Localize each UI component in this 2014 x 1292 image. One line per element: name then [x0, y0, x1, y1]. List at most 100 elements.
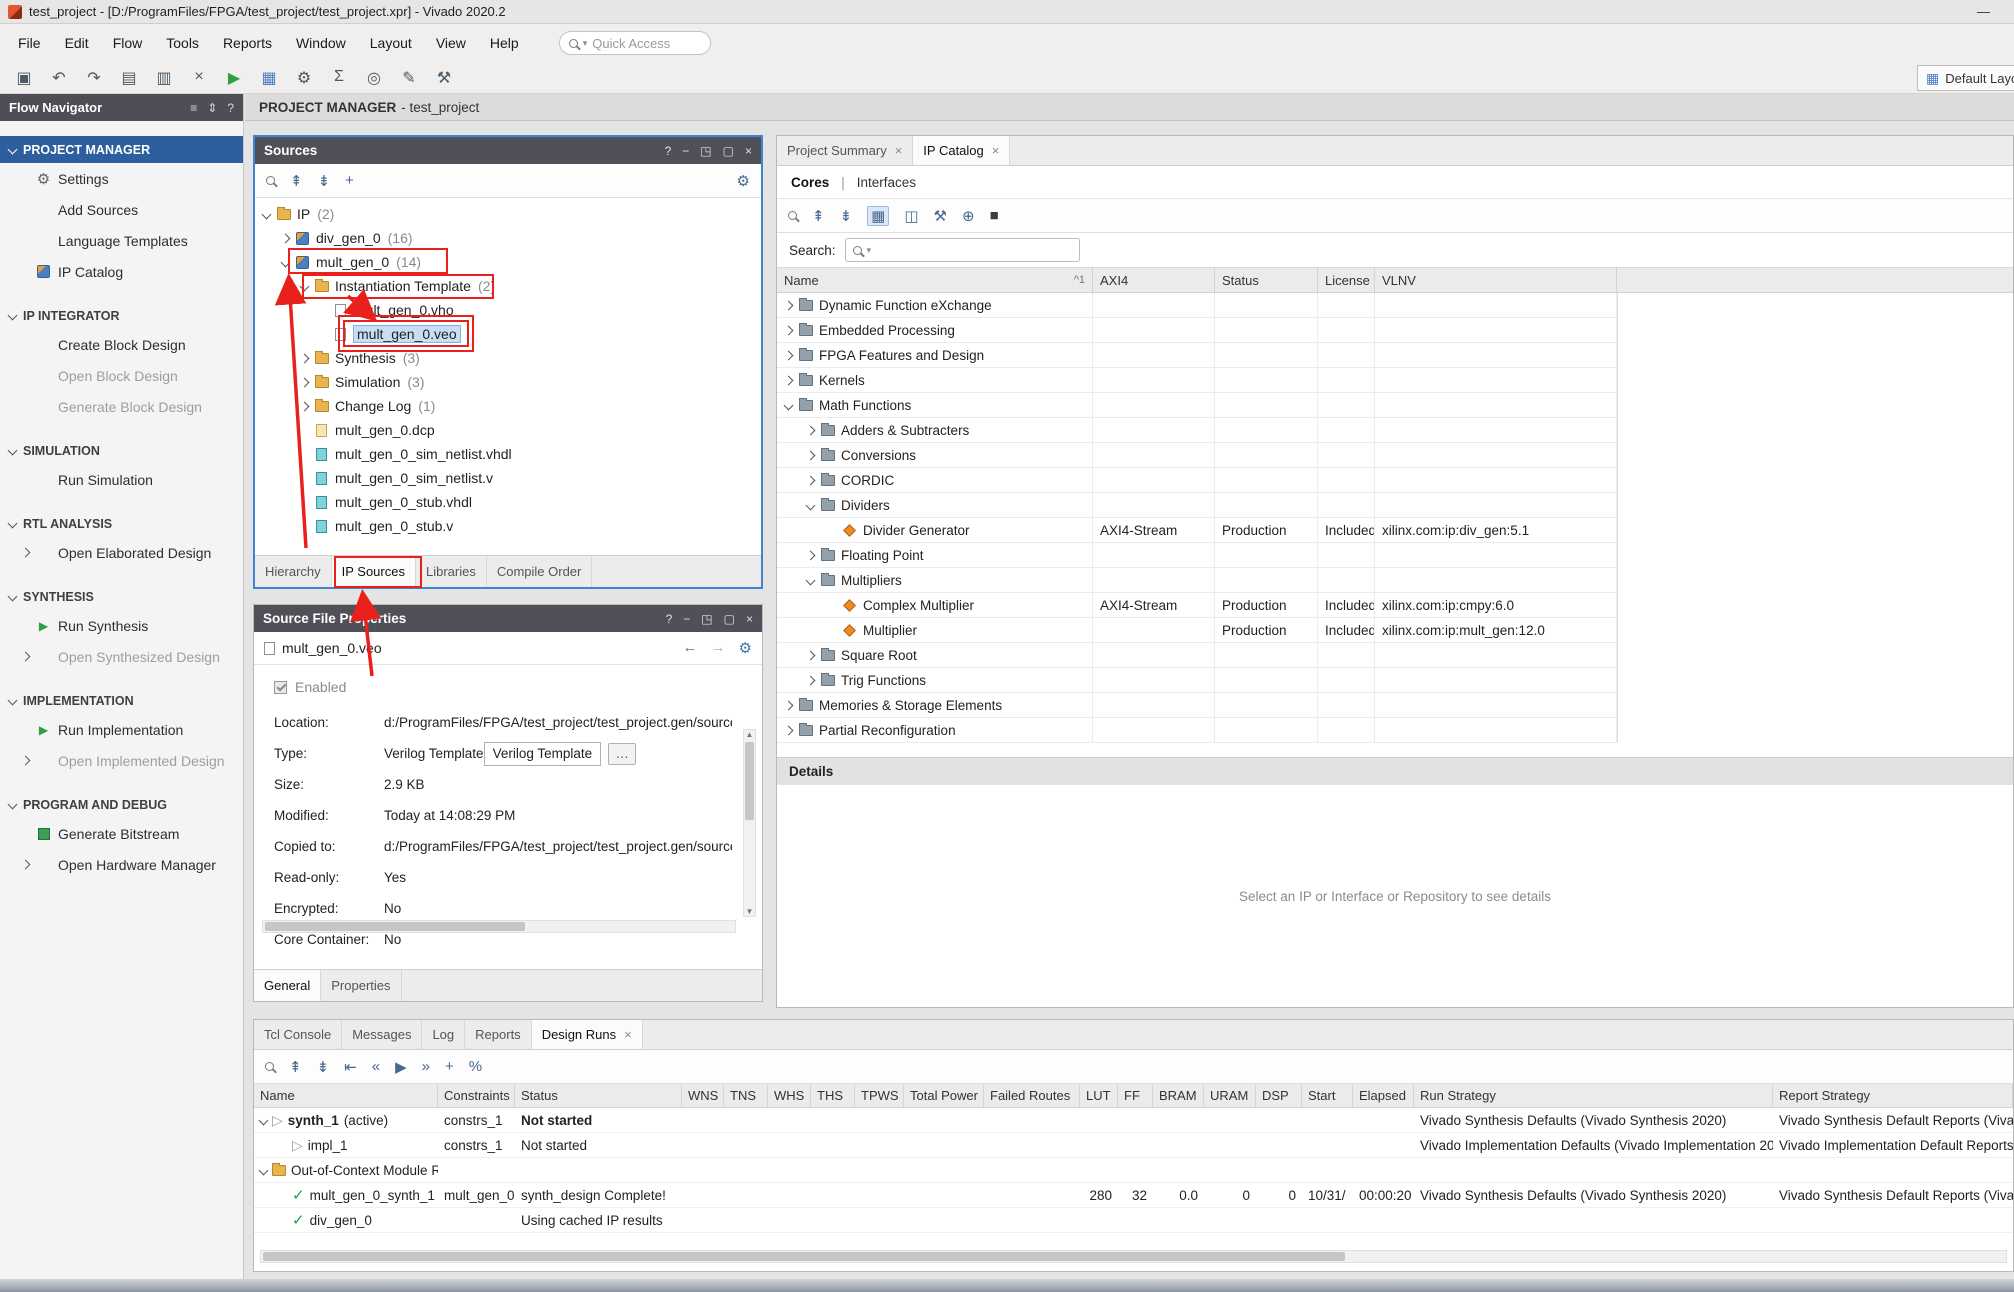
column-header[interactable]: Status [515, 1084, 682, 1107]
column-header[interactable]: Run Strategy [1414, 1084, 1773, 1107]
document-tab[interactable]: IP Catalog × [913, 136, 1010, 165]
tree-row[interactable]: Simulation (3) [255, 370, 761, 394]
ip-catalog-row[interactable]: Dynamic Function eXchange [777, 293, 1617, 318]
scrollbar-thumb[interactable] [745, 742, 754, 820]
menu-item[interactable]: View [424, 29, 478, 57]
sources-toolbar-icon[interactable]: ⇟ [318, 172, 331, 190]
properties-tab[interactable]: Properties [321, 970, 401, 1001]
panel-control-icon[interactable]: − [683, 612, 690, 626]
toolbar-icon[interactable]: ↷ [82, 68, 106, 88]
tree-row[interactable]: Change Log (1) [255, 394, 761, 418]
expander-icon[interactable] [300, 353, 310, 363]
flow-navigator-item[interactable]: IP Catalog [0, 256, 243, 287]
sources-toolbar-icon[interactable]: + [345, 172, 354, 190]
column-header[interactable]: FF [1118, 1084, 1153, 1107]
ip-catalog-row[interactable]: Conversions [777, 443, 1617, 468]
toolbar-icon[interactable]: ◎ [362, 68, 386, 88]
catalog-search-input[interactable]: ▾ [845, 238, 1080, 262]
column-header[interactable]: URAM [1204, 1084, 1256, 1107]
navigator-header-icon[interactable]: ⇕ [207, 101, 217, 115]
forward-icon[interactable]: → [711, 639, 726, 657]
column-header[interactable]: WNS [682, 1084, 724, 1107]
expander-icon[interactable] [262, 209, 272, 219]
ip-catalog-row[interactable]: Divider Generator AXI4-Stream Production… [777, 518, 1617, 543]
ip-catalog-row[interactable]: FPGA Features and Design [777, 343, 1617, 368]
column-header[interactable]: Total Power [904, 1084, 984, 1107]
flow-navigator-item[interactable]: Run Synthesis [0, 610, 243, 641]
flow-navigator-item[interactable]: Run Simulation [0, 464, 243, 495]
design-runs-toolbar-icon[interactable]: ▶ [395, 1058, 407, 1076]
menu-item[interactable]: Tools [154, 29, 211, 57]
design-runs-toolbar-icon[interactable]: + [445, 1058, 454, 1076]
horizontal-scrollbar[interactable] [262, 920, 736, 933]
expander-icon[interactable] [259, 1115, 269, 1125]
tree-row[interactable]: mult_gen_0_sim_netlist.v [255, 466, 761, 490]
results-tab[interactable]: Design Runs × [532, 1020, 643, 1049]
panel-control-icon[interactable]: ◳ [701, 612, 712, 626]
panel-control-icon[interactable]: ▢ [724, 612, 735, 626]
results-tab[interactable]: Tcl Console [254, 1020, 342, 1049]
design-run-row[interactable]: synth_1 (active) constrs_1 Not started [254, 1108, 2013, 1133]
menu-item[interactable]: Help [478, 29, 531, 57]
sources-view-tab[interactable]: Hierarchy [255, 556, 332, 587]
menu-item[interactable]: Layout [358, 29, 424, 57]
scrollbar-thumb[interactable] [265, 922, 525, 931]
column-header-vlnv[interactable]: VLNV [1375, 268, 1617, 292]
close-icon[interactable]: × [624, 1027, 632, 1042]
toolbar-icon[interactable]: ✎ [397, 68, 421, 88]
ip-catalog-row[interactable]: Embedded Processing [777, 318, 1617, 343]
column-header[interactable]: LUT [1080, 1084, 1118, 1107]
ip-catalog-row[interactable]: Square Root [777, 643, 1617, 668]
expander-icon[interactable] [806, 650, 816, 660]
flow-navigator-item[interactable]: Generate Bitstream [0, 818, 243, 849]
ip-catalog-row[interactable]: Trig Functions [777, 668, 1617, 693]
expander-icon[interactable] [281, 257, 291, 267]
search-icon[interactable] [265, 1062, 274, 1071]
flow-navigator-item[interactable]: Settings [0, 163, 243, 194]
panel-control-icon[interactable]: × [745, 144, 752, 158]
quick-access-search[interactable]: ▾ Quick Access [559, 31, 711, 55]
column-header[interactable]: Name [254, 1084, 438, 1107]
menu-item[interactable]: Edit [53, 29, 101, 57]
close-icon[interactable]: × [992, 143, 1000, 158]
menu-item[interactable]: Window [284, 29, 358, 57]
expander-icon[interactable] [281, 233, 291, 243]
design-run-row[interactable]: div_gen_0 Using cached IP results [254, 1208, 2013, 1233]
results-tab[interactable]: Reports [465, 1020, 532, 1049]
toolbar-icon[interactable]: ▶ [222, 68, 246, 88]
expander-icon[interactable] [806, 425, 816, 435]
design-run-row[interactable]: Out-of-Context Module Runs [254, 1158, 2013, 1183]
expander-icon[interactable] [806, 450, 816, 460]
results-tab[interactable]: Log [422, 1020, 465, 1049]
toolbar-icon[interactable]: ⚙ [292, 68, 316, 88]
tree-row[interactable]: Synthesis (3) [255, 346, 761, 370]
flow-navigator-section-header[interactable]: PROJECT MANAGER [0, 136, 243, 163]
expander-icon[interactable] [806, 550, 816, 560]
column-header-status[interactable]: Status [1215, 268, 1318, 292]
sources-view-tab[interactable]: IP Sources [332, 556, 416, 587]
ip-catalog-row[interactable]: Adders & Subtracters [777, 418, 1617, 443]
design-runs-toolbar-icon[interactable]: ⇟ [317, 1058, 330, 1076]
menu-item[interactable]: Reports [211, 29, 284, 57]
navigator-header-icon[interactable]: ? [227, 101, 234, 115]
flow-navigator-item[interactable]: Generate Block Design [0, 391, 243, 422]
flow-navigator-section-header[interactable]: IP INTEGRATOR [0, 302, 243, 329]
search-icon[interactable] [266, 176, 275, 185]
flow-navigator-item[interactable]: Open Block Design [0, 360, 243, 391]
flow-navigator-section-header[interactable]: IMPLEMENTATION [0, 687, 243, 714]
toolbar-icon[interactable]: ▦ [257, 68, 281, 88]
expander-icon[interactable] [784, 300, 794, 310]
catalog-toolbar-icon[interactable]: ⊕ [962, 207, 975, 225]
tree-row[interactable]: mult_gen_0.veo [255, 322, 761, 346]
subtab-interfaces[interactable]: Interfaces [857, 175, 916, 190]
expander-icon[interactable] [806, 575, 816, 585]
design-run-row[interactable]: mult_gen_0_synth_1 mult_gen_0 synth_desi… [254, 1183, 2013, 1208]
expander-icon[interactable] [784, 725, 794, 735]
tree-row[interactable]: mult_gen_0.dcp [255, 418, 761, 442]
ip-catalog-row[interactable]: Complex Multiplier AXI4-Stream Productio… [777, 593, 1617, 618]
catalog-toolbar-icon[interactable]: ⚒ [934, 207, 947, 225]
ip-catalog-row[interactable]: Math Functions [777, 393, 1617, 418]
flow-navigator-item[interactable]: Open Hardware Manager [0, 849, 243, 880]
column-header[interactable]: WHS [768, 1084, 811, 1107]
column-header[interactable]: Start [1302, 1084, 1353, 1107]
